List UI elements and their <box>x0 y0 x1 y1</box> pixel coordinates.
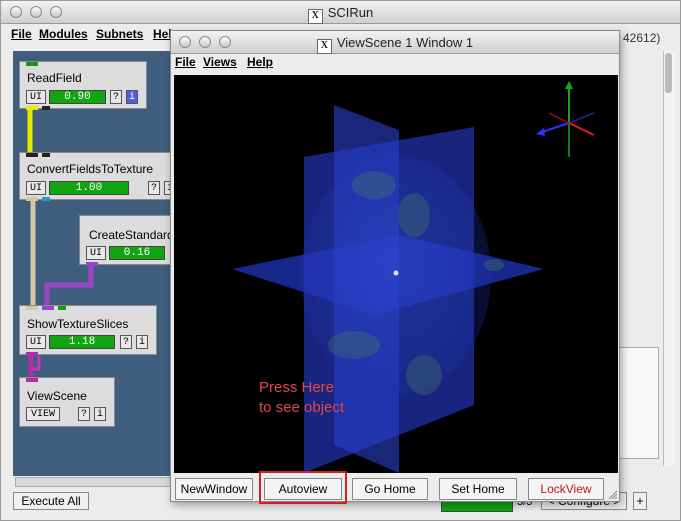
axes-icon <box>536 81 595 157</box>
module-viewscene[interactable]: ViewScene VIEW ? i <box>19 377 115 427</box>
viewscene-title: ViewScene 1 Window 1 <box>336 35 474 50</box>
viewscene-window: X ViewScene 1 Window 1 File Views Help P… <box>170 30 620 504</box>
port[interactable] <box>26 306 38 310</box>
center-point <box>393 270 399 276</box>
port[interactable] <box>42 306 54 310</box>
3d-viewport[interactable]: Press Here to see object <box>174 75 618 473</box>
help-button[interactable]: ? <box>120 335 132 349</box>
port[interactable] <box>58 306 66 310</box>
help-button[interactable]: ? <box>78 407 90 421</box>
ui-button[interactable]: UI <box>86 246 106 260</box>
lock-view-button[interactable]: LockView <box>528 478 604 500</box>
resize-grip-icon[interactable] <box>607 489 617 499</box>
module-showtextureslices[interactable]: ShowTextureSlices UI 1.18 ? i <box>19 305 157 356</box>
ui-button[interactable]: UI <box>26 181 46 195</box>
info-button[interactable]: i <box>94 407 106 421</box>
module-name: ViewScene <box>27 389 87 403</box>
menu-modules[interactable]: Modules <box>39 27 88 41</box>
progress-bar: 0.90 <box>49 90 106 104</box>
menu-file[interactable]: File <box>11 27 32 41</box>
view-button[interactable]: VIEW <box>26 407 60 421</box>
volume-render <box>232 81 595 473</box>
port[interactable] <box>26 106 38 110</box>
annotation-line1: Press Here <box>259 379 335 396</box>
info-panel <box>619 347 659 459</box>
menu-subnets[interactable]: Subnets <box>96 27 143 41</box>
progress-bar: 1.00 <box>49 181 129 195</box>
help-button[interactable]: ? <box>148 181 160 195</box>
port[interactable] <box>86 262 98 266</box>
vertical-scrollbar[interactable] <box>663 51 675 466</box>
x11-icon: X <box>307 9 323 24</box>
go-home-button[interactable]: Go Home <box>352 478 428 500</box>
port[interactable] <box>26 378 38 382</box>
module-name: ConvertFieldsToTexture <box>27 162 154 176</box>
menu-file[interactable]: File <box>175 55 196 69</box>
module-name: ShowTextureSlices <box>27 317 129 331</box>
status-text: 42612) <box>623 31 661 45</box>
port[interactable] <box>26 352 38 356</box>
menu-help[interactable]: Help <box>247 55 273 69</box>
port[interactable] <box>42 197 50 201</box>
module-name: CreateStandard <box>89 228 174 242</box>
set-home-button[interactable]: Set Home <box>439 478 517 500</box>
progress-bar: 0.16 <box>109 246 165 260</box>
scroll-thumb[interactable] <box>665 53 672 93</box>
port[interactable] <box>26 197 38 201</box>
autoview-button[interactable]: Autoview <box>264 478 342 500</box>
module-convertfieldstotexture[interactable]: ConvertFieldsToTexture UI 1.00 ? i <box>19 152 179 201</box>
info-button[interactable]: i <box>136 335 148 349</box>
ui-button[interactable]: UI <box>26 335 46 349</box>
ui-button[interactable]: UI <box>26 90 46 104</box>
help-button[interactable]: ? <box>110 90 122 104</box>
port[interactable] <box>42 106 50 110</box>
module-readfield[interactable]: ReadField UI 0.90 ? i <box>19 61 147 110</box>
new-window-button[interactable]: NewWindow <box>175 478 253 500</box>
port[interactable] <box>42 153 50 157</box>
scirun-titlebar: X SCIRun <box>1 1 680 24</box>
viewscene-titlebar: X ViewScene 1 Window 1 <box>171 31 619 54</box>
annotation-line2: to see object <box>259 399 345 416</box>
info-button[interactable]: i <box>126 90 138 104</box>
execute-all-button[interactable]: Execute All <box>13 492 89 510</box>
port[interactable] <box>26 153 38 157</box>
add-button[interactable]: + <box>633 492 647 510</box>
progress-bar: 1.18 <box>49 335 115 349</box>
window-title: SCIRun <box>327 5 374 20</box>
module-name: ReadField <box>27 71 82 85</box>
menu-views[interactable]: Views <box>203 55 237 69</box>
port[interactable] <box>26 62 38 66</box>
x11-icon: X <box>316 39 332 54</box>
wire-create-show <box>44 265 94 307</box>
